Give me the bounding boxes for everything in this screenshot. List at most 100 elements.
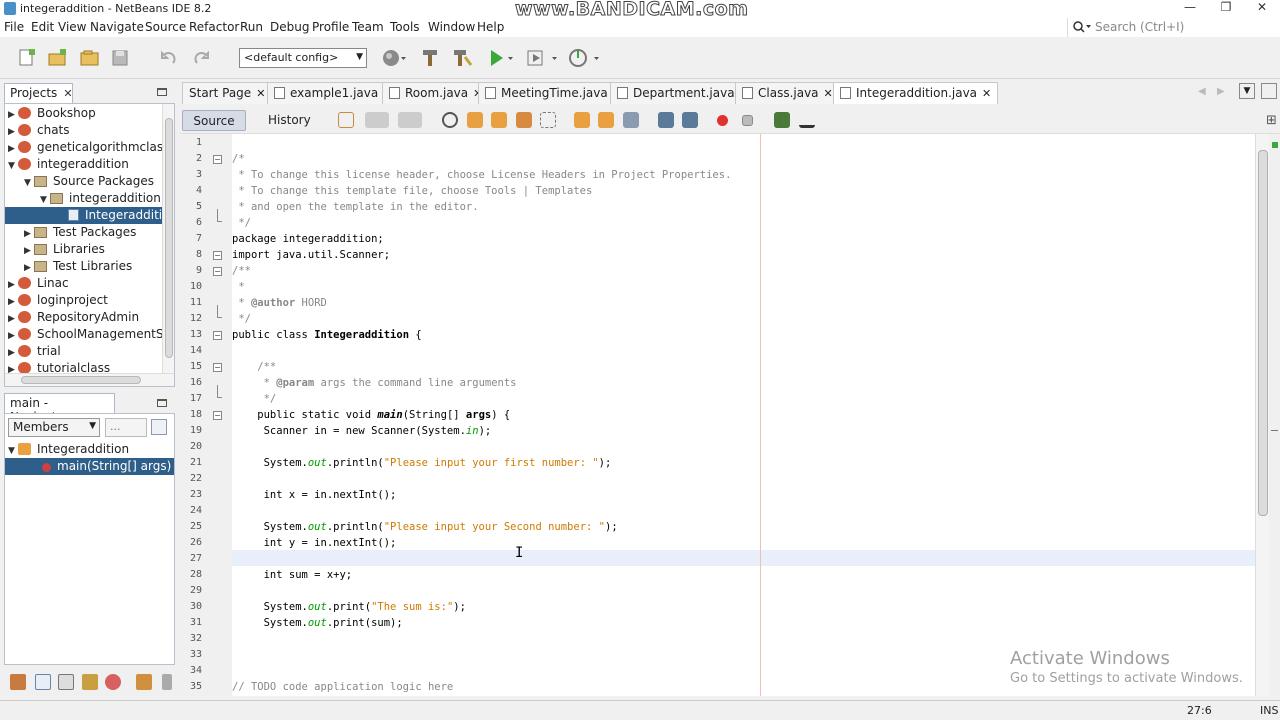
- fold-toggle-icon[interactable]: −: [213, 363, 222, 372]
- stop-macro-icon[interactable]: [742, 115, 753, 126]
- palette-icon[interactable]: [58, 674, 74, 690]
- close-icon[interactable]: ✕: [256, 87, 265, 100]
- code-line[interactable]: System.out.println("Please input your Se…: [232, 519, 618, 535]
- fold-toggle-icon[interactable]: −: [213, 251, 222, 260]
- run-icon[interactable]: [486, 47, 513, 69]
- tree-item-test-packages[interactable]: ▶ Test Packages: [24, 224, 136, 241]
- menu-refactor[interactable]: Refactor: [189, 20, 239, 34]
- config-select[interactable]: <default config> ▼: [239, 48, 367, 68]
- code-line[interactable]: * To change this license header, choose …: [232, 167, 731, 183]
- menu-profile[interactable]: Profile: [312, 20, 349, 34]
- close-icon[interactable]: ✕: [63, 87, 72, 100]
- tree-item-test-libraries[interactable]: ▶ Test Libraries: [24, 258, 132, 275]
- more-icon[interactable]: [162, 674, 172, 690]
- next-bookmark-icon[interactable]: [598, 112, 614, 128]
- minimize-panel-icon[interactable]: [157, 399, 167, 407]
- comment-icon[interactable]: [774, 112, 790, 128]
- collapse-icon[interactable]: ▼: [24, 175, 34, 192]
- menu-file[interactable]: File: [4, 20, 24, 34]
- code-line[interactable]: int x = in.nextInt();: [232, 487, 397, 503]
- tree-item-loginproject[interactable]: ▶ loginproject: [8, 292, 108, 309]
- scrollbar-thumb[interactable]: [21, 376, 141, 384]
- code-line[interactable]: *: [232, 279, 244, 295]
- menu-window[interactable]: Window: [428, 20, 475, 34]
- code-line[interactable]: Scanner in = new Scanner(System.in);: [232, 423, 492, 439]
- uncomment-icon[interactable]: [799, 112, 815, 128]
- tree-item-libraries[interactable]: ▶ Libraries: [24, 241, 105, 258]
- tree-item-linac[interactable]: ▶ Linac: [8, 275, 69, 292]
- code-line[interactable]: System.out.print("The sum is:");: [232, 599, 466, 615]
- tree-item-geneticalgorithmclass[interactable]: ▶ geneticalgorithmclass: [8, 139, 169, 156]
- code-line[interactable]: public class Integeraddition {: [232, 327, 422, 343]
- collapse-icon[interactable]: ▼: [8, 158, 18, 175]
- fold-toggle-icon[interactable]: −: [213, 411, 222, 420]
- code-line[interactable]: */: [232, 215, 251, 231]
- services-icon[interactable]: [10, 674, 26, 690]
- tasks-icon[interactable]: [105, 674, 121, 690]
- redo-icon[interactable]: [190, 47, 212, 69]
- sort-select[interactable]: ...: [105, 418, 147, 437]
- scroll-tabs-left-icon[interactable]: ◀: [1198, 86, 1206, 97]
- tree-item-integeraddition[interactable]: ▼ integeraddition: [8, 156, 129, 173]
- output-icon[interactable]: [82, 674, 98, 690]
- tab-room[interactable]: Room.java✕: [382, 82, 490, 104]
- code-line[interactable]: System.out.print(sum);: [232, 615, 403, 631]
- tab-list-icon[interactable]: ▼: [1239, 83, 1255, 99]
- code-line[interactable]: int sum = x+y;: [232, 567, 353, 583]
- tree-item-package[interactable]: ▼ integeraddition: [40, 190, 161, 207]
- close-button[interactable]: ✕: [1244, 0, 1280, 18]
- history-view-button[interactable]: History: [258, 110, 321, 131]
- new-project-icon[interactable]: [47, 47, 69, 69]
- nav-item-class[interactable]: ▼ Integeraddition: [8, 441, 129, 458]
- fold-toggle-icon[interactable]: −: [213, 331, 222, 340]
- maximize-editor-icon[interactable]: [1261, 83, 1277, 99]
- restore-button[interactable]: ❐: [1208, 0, 1244, 18]
- menu-run[interactable]: Run: [240, 20, 263, 34]
- shift-right-icon[interactable]: [682, 112, 698, 128]
- close-icon[interactable]: ✕: [982, 87, 991, 100]
- highlight-icon[interactable]: [516, 112, 532, 128]
- forward-icon[interactable]: [398, 112, 422, 128]
- code-line[interactable]: // TODO code application logic here: [232, 679, 453, 695]
- tree-item-source-packages[interactable]: ▼ Source Packages: [24, 173, 154, 190]
- tab-meetingtime[interactable]: MeetingTime.java✕: [478, 82, 629, 104]
- code-line[interactable]: /*: [232, 151, 245, 167]
- code-line[interactable]: * To change this template file, choose T…: [232, 183, 592, 199]
- tree-item-schoolmanagement[interactable]: ▶ SchoolManagementSy: [8, 326, 171, 343]
- code-line[interactable]: import java.util.Scanner;: [232, 247, 390, 263]
- find-previous-icon[interactable]: [467, 112, 483, 128]
- code-line[interactable]: * and open the template in the editor.: [232, 199, 478, 215]
- split-editor-icon[interactable]: ⊞: [1266, 113, 1277, 128]
- tab-example1[interactable]: example1.java✕: [267, 82, 400, 104]
- scrollbar-thumb[interactable]: [1258, 150, 1268, 516]
- previous-bookmark-icon[interactable]: [574, 112, 590, 128]
- tree-item-integeraddition-java[interactable]: Integeradditio: [5, 207, 169, 224]
- code-line[interactable]: /**: [232, 359, 276, 375]
- projects-horizontal-scrollbar[interactable]: [5, 373, 174, 386]
- tab-start-page[interactable]: Start Page ✕: [182, 82, 273, 104]
- last-edit-icon[interactable]: [338, 112, 354, 128]
- code-line[interactable]: */: [232, 311, 251, 327]
- minimize-panel-icon[interactable]: [157, 88, 167, 96]
- code-editor[interactable]: /* * To change this license header, choo…: [232, 134, 1255, 696]
- tree-item-repositoryadmin[interactable]: ▶ RepositoryAdmin: [8, 309, 139, 326]
- minimize-button[interactable]: —: [1172, 0, 1208, 18]
- members-filter-select[interactable]: Members ▼: [8, 418, 100, 437]
- editor-vertical-scrollbar[interactable]: [1255, 134, 1269, 696]
- code-line[interactable]: package integeraddition;: [232, 231, 384, 247]
- nav-item-main-method[interactable]: main(String[] args): [5, 458, 174, 475]
- tab-navigator[interactable]: main - Navigator✕: [4, 393, 115, 424]
- scroll-tabs-right-icon[interactable]: ▶: [1217, 86, 1225, 97]
- source-view-button[interactable]: Source: [182, 110, 246, 131]
- menu-view[interactable]: View: [58, 20, 86, 34]
- code-line[interactable]: public static void main(String[] args) {: [232, 407, 510, 423]
- save-all-icon[interactable]: [110, 47, 132, 69]
- files-icon[interactable]: [35, 674, 51, 690]
- menu-help[interactable]: Help: [477, 20, 504, 34]
- tree-item-bookshop[interactable]: ▶ Bookshop: [8, 105, 96, 122]
- clean-build-icon[interactable]: [451, 47, 473, 69]
- globe-icon[interactable]: [381, 47, 406, 69]
- tree-item-trial[interactable]: ▶ trial: [8, 343, 61, 360]
- menu-team[interactable]: Team: [352, 20, 384, 34]
- menu-source[interactable]: Source: [145, 20, 186, 34]
